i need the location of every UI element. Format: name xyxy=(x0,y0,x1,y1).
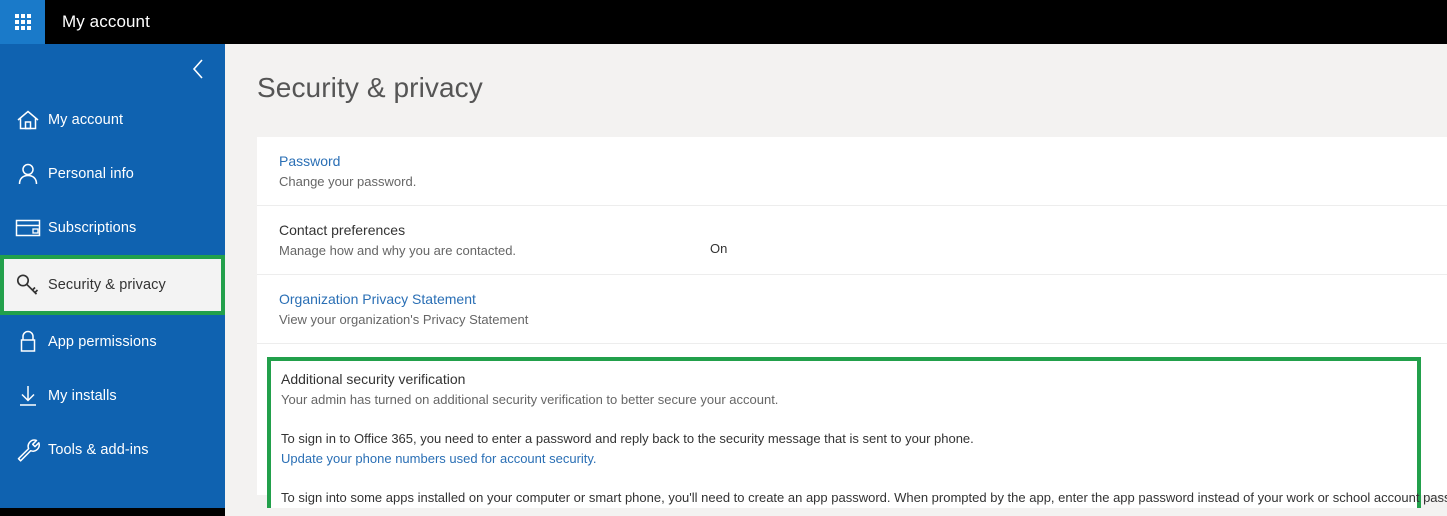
app-launcher-waffle-icon xyxy=(14,14,31,30)
sidebar-navigation: My account Personal info Subscriptions S… xyxy=(0,44,225,508)
additional-security-paragraph-1: To sign in to Office 365, you need to en… xyxy=(281,431,974,446)
sidebar-item-subscriptions[interactable]: Subscriptions xyxy=(0,201,225,255)
key-icon xyxy=(8,272,48,298)
additional-security-verification-section: Additional security verification Your ad… xyxy=(267,357,1447,508)
top-app-bar: My account xyxy=(0,0,1447,44)
settings-row-contact-preferences: Contact preferences Manage how and why y… xyxy=(257,206,1447,275)
sidebar-item-app-permissions[interactable]: App permissions xyxy=(0,315,225,369)
chevron-left-icon xyxy=(192,59,203,79)
update-phone-numbers-link[interactable]: Update your phone numbers used for accou… xyxy=(281,449,1407,468)
main-content: Security & privacy Password Change your … xyxy=(225,44,1447,508)
settings-row-password: Password Change your password. xyxy=(257,137,1447,206)
sidebar-item-label: My account xyxy=(48,112,124,128)
sidebar-item-list: My account Personal info Subscriptions S… xyxy=(0,93,225,477)
sidebar-item-label: Security & privacy xyxy=(48,277,166,293)
password-description: Change your password. xyxy=(279,174,417,189)
page-title: Security & privacy xyxy=(257,72,483,103)
bottom-left-filler xyxy=(0,508,225,516)
sidebar-item-tools-add-ins[interactable]: Tools & add-ins xyxy=(0,423,225,477)
app-launcher-button[interactable] xyxy=(0,0,45,44)
lock-icon xyxy=(8,330,48,354)
home-icon xyxy=(8,109,48,131)
organization-privacy-statement-description: View your organization's Privacy Stateme… xyxy=(279,312,529,327)
person-icon xyxy=(8,162,48,186)
sidebar-item-label: Subscriptions xyxy=(48,220,137,236)
contact-preferences-title: Contact preferences xyxy=(279,222,406,238)
sidebar-item-label: My installs xyxy=(48,388,117,404)
sidebar-item-label: Tools & add-ins xyxy=(48,442,149,458)
contact-preferences-description: Manage how and why you are contacted. xyxy=(279,243,517,258)
sidebar-item-personal-info[interactable]: Personal info xyxy=(0,147,225,201)
sidebar-collapse-button[interactable] xyxy=(183,54,213,84)
bottom-page-strip xyxy=(225,508,1447,516)
wrench-icon xyxy=(8,437,48,463)
settings-card: Password Change your password. Contact p… xyxy=(257,137,1447,508)
sidebar-item-label: App permissions xyxy=(48,334,157,350)
sidebar-item-security-privacy[interactable]: Security & privacy xyxy=(0,255,225,315)
app-title: My account xyxy=(62,12,150,31)
credit-card-icon xyxy=(8,218,48,238)
contact-preferences-status: On xyxy=(710,241,728,256)
sidebar-item-my-account[interactable]: My account xyxy=(0,93,225,147)
organization-privacy-statement-link[interactable]: Organization Privacy Statement xyxy=(279,289,476,309)
settings-row-org-privacy-statement: Organization Privacy Statement View your… xyxy=(257,275,1447,344)
sidebar-item-my-installs[interactable]: My installs xyxy=(0,369,225,423)
additional-security-paragraph-2: To sign into some apps installed on your… xyxy=(281,490,1447,505)
password-link[interactable]: Password xyxy=(279,151,340,171)
additional-security-verification-subtitle: Your admin has turned on additional secu… xyxy=(281,392,779,407)
sidebar-item-label: Personal info xyxy=(48,166,134,182)
download-icon xyxy=(8,384,48,408)
additional-security-verification-title: Additional security verification xyxy=(281,371,466,387)
